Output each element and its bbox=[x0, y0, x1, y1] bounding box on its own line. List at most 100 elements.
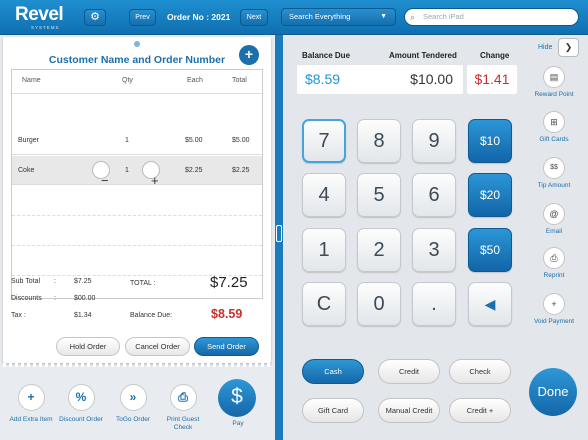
key-5[interactable]: 5 bbox=[357, 173, 401, 217]
decrease-qty-button[interactable]: − bbox=[92, 161, 110, 188]
print-guest-check-tool[interactable]: ⎙ Print Guest Check bbox=[158, 384, 208, 431]
clear-key[interactable]: C bbox=[302, 282, 346, 326]
table-row[interactable]: Burger 1 $5.00 $5.00 bbox=[12, 126, 262, 155]
gift-card-button[interactable]: Gift Card bbox=[302, 398, 364, 423]
hide-sidebar-button[interactable]: ❯ bbox=[558, 38, 579, 57]
plus-icon: + bbox=[151, 173, 159, 188]
order-receipt: Customer Name and Order Number + Name Qt… bbox=[3, 37, 271, 363]
done-button[interactable]: Done bbox=[529, 368, 577, 416]
increase-qty-button[interactable]: + bbox=[142, 161, 160, 188]
percent-icon: % bbox=[67, 384, 95, 411]
manual-credit-button[interactable]: Manual Credit bbox=[378, 398, 440, 423]
empty-row bbox=[12, 245, 262, 246]
key-1[interactable]: 1 bbox=[302, 228, 346, 272]
key-7[interactable]: 7 bbox=[302, 119, 346, 163]
search-placeholder: Search iPad bbox=[423, 12, 464, 21]
order-number: Order No : 2021 bbox=[167, 12, 231, 22]
amount-tendered-value[interactable]: $10.00 bbox=[410, 65, 453, 94]
table-row-selected[interactable]: Coke − 1 + $2.25 $2.25 bbox=[12, 156, 262, 188]
cancel-order-button[interactable]: Cancel Order bbox=[125, 337, 190, 356]
item-total: $2.25 bbox=[232, 167, 250, 174]
discounts-value: $00.00 bbox=[74, 295, 96, 302]
key-3[interactable]: 3 bbox=[412, 228, 456, 272]
add-extra-item-tool[interactable]: + Add Extra Item bbox=[6, 384, 56, 424]
tool-label: Discount Order bbox=[59, 416, 103, 423]
side-action-label: Void Payment bbox=[533, 318, 575, 325]
discount-order-tool[interactable]: % Discount Order bbox=[56, 384, 106, 424]
tool-label: ToGo Order bbox=[116, 416, 150, 423]
order-items-table: Name Qty Each Total Burger 1 $5.00 $5.00… bbox=[11, 69, 263, 299]
credit-button[interactable]: Credit bbox=[378, 359, 440, 384]
tax-value: $1.34 bbox=[74, 312, 92, 319]
decimal-key[interactable]: . bbox=[412, 282, 456, 326]
balance-due-label: Balance Due: bbox=[130, 312, 173, 319]
quick-20-button[interactable]: $20 bbox=[468, 173, 512, 217]
add-customer-button[interactable]: + bbox=[239, 45, 259, 65]
item-each: $5.00 bbox=[185, 137, 203, 144]
cash-button[interactable]: Cash bbox=[302, 359, 364, 384]
key-6[interactable]: 6 bbox=[412, 173, 456, 217]
subtotal-value: $7.25 bbox=[74, 278, 92, 285]
side-action-label: Reprint bbox=[543, 272, 565, 279]
order-panel: Customer Name and Order Number + Name Qt… bbox=[0, 35, 275, 440]
side-action-label: Reward Point bbox=[534, 91, 574, 98]
total-value: $7.25 bbox=[210, 274, 248, 291]
item-name: Burger bbox=[18, 137, 40, 144]
amount-tendered-header: Amount Tendered bbox=[389, 51, 457, 60]
credit-plus-button[interactable]: Credit + bbox=[449, 398, 511, 423]
search-scope-dropdown[interactable]: Search Everything ▼ bbox=[281, 8, 396, 26]
key-4[interactable]: 4 bbox=[302, 173, 346, 217]
key-2[interactable]: 2 bbox=[357, 228, 401, 272]
key-8[interactable]: 8 bbox=[357, 119, 401, 163]
change-header: Change bbox=[480, 51, 510, 60]
hold-order-button[interactable]: Hold Order bbox=[56, 337, 120, 356]
item-total: $5.00 bbox=[232, 137, 250, 144]
settings-button[interactable]: ⚙ bbox=[84, 9, 106, 26]
minus-icon: − bbox=[101, 173, 109, 188]
total-label: TOTAL : bbox=[130, 280, 156, 287]
plus-icon: + bbox=[543, 293, 565, 315]
side-action-label: Gift Cards bbox=[539, 136, 569, 143]
search-scope-label: Search Everything bbox=[289, 12, 351, 21]
reprint-action[interactable]: ⎙ Reprint bbox=[526, 247, 582, 279]
balance-due-header: Balance Due bbox=[302, 51, 351, 60]
tax-label: Tax : bbox=[11, 312, 26, 319]
table-header-rule bbox=[12, 70, 262, 94]
void-payment-action[interactable]: + Void Payment bbox=[526, 293, 582, 325]
search-input[interactable]: ⌕ Search iPad bbox=[404, 8, 579, 26]
divider-drag-handle[interactable] bbox=[276, 225, 282, 242]
printer-icon: ⎙ bbox=[543, 247, 565, 269]
prev-order-button[interactable]: Prev bbox=[129, 9, 156, 26]
key-0[interactable]: 0 bbox=[357, 282, 401, 326]
subtotal-label: Sub Total bbox=[11, 278, 41, 285]
quick-10-button[interactable]: $10 bbox=[468, 119, 512, 163]
gear-icon: ⚙ bbox=[90, 11, 100, 23]
revel-logo: Revel bbox=[15, 4, 64, 25]
gift-cards-action[interactable]: ⊞ Gift Cards bbox=[526, 111, 582, 143]
chevron-right-icon: ❯ bbox=[564, 42, 573, 52]
discounts-label: Discounts bbox=[11, 295, 42, 302]
check-button[interactable]: Check bbox=[449, 359, 511, 384]
plus-icon: + bbox=[17, 384, 45, 411]
item-qty: 1 bbox=[125, 137, 129, 144]
pay-button[interactable]: $ Pay bbox=[218, 379, 258, 427]
change-amount: $1.41 bbox=[467, 65, 517, 94]
tip-amount-action[interactable]: $$ Tip Amount bbox=[526, 157, 582, 189]
search-icon: ⌕ bbox=[410, 12, 416, 22]
backspace-icon[interactable]: ◀ bbox=[468, 282, 512, 326]
reward-point-action[interactable]: ▤ Reward Point bbox=[526, 66, 582, 98]
customer-name-title[interactable]: Customer Name and Order Number bbox=[3, 54, 271, 66]
balance-due-value: $8.59 bbox=[211, 307, 243, 321]
discounts-colon: : bbox=[54, 295, 56, 302]
key-9[interactable]: 9 bbox=[412, 119, 456, 163]
reward-card-icon: ▤ bbox=[543, 66, 565, 88]
dollar-icon: $ bbox=[218, 379, 256, 417]
send-order-button[interactable]: Send Order bbox=[194, 337, 259, 356]
gift-icon: ⊞ bbox=[543, 111, 565, 133]
email-action[interactable]: @ Email bbox=[526, 203, 582, 235]
togo-order-tool[interactable]: » ToGo Order bbox=[108, 384, 158, 424]
hide-label: Hide bbox=[538, 44, 553, 51]
quick-50-button[interactable]: $50 bbox=[468, 228, 512, 272]
empty-row bbox=[12, 215, 262, 216]
next-order-button[interactable]: Next bbox=[240, 9, 268, 26]
